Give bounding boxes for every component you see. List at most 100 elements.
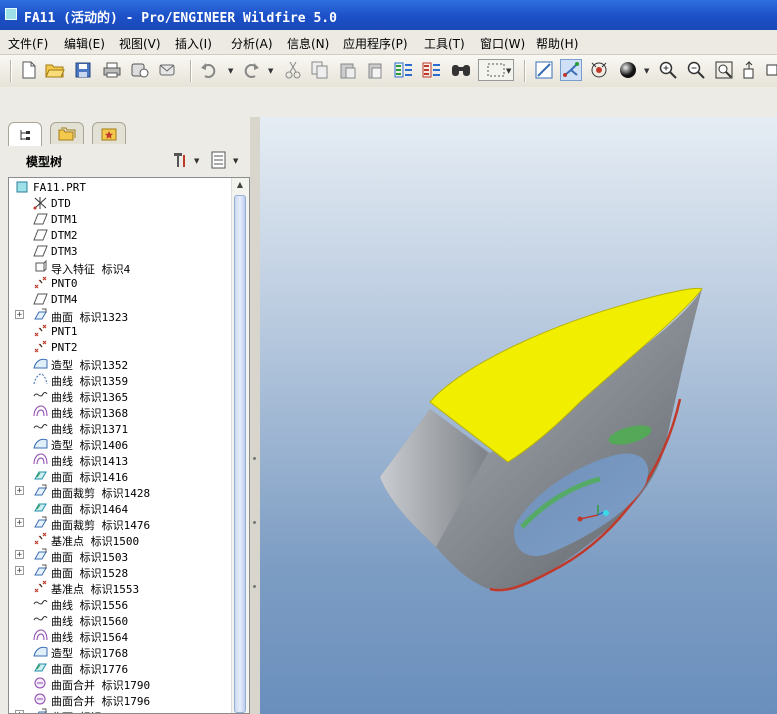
tab-folder-browser[interactable] — [50, 122, 84, 144]
tree-item-label: FA11.PRT — [33, 181, 86, 194]
panel-splitter[interactable] — [250, 117, 260, 714]
find-icon[interactable] — [450, 59, 472, 81]
zoom-out-icon[interactable] — [685, 59, 707, 81]
tree-item[interactable]: 曲线 标识1365 — [9, 387, 231, 404]
model-render — [380, 287, 703, 592]
redo-icon[interactable] — [240, 59, 262, 81]
tree-item[interactable]: + 曲面裁剪 标识1428 — [9, 483, 231, 500]
new-file-icon[interactable] — [18, 59, 40, 81]
paste-special-icon[interactable] — [365, 59, 387, 81]
tree-item[interactable]: DTM2 — [9, 227, 231, 243]
style-icon — [33, 436, 48, 450]
tree-item[interactable]: DTM3 — [9, 243, 231, 259]
shading-dropdown-icon[interactable]: ▼ — [644, 67, 649, 75]
tree-item[interactable]: + 曲面 标识1528 — [9, 563, 231, 580]
tree-item[interactable]: 基准点 标识1500 — [9, 531, 231, 548]
orient-icon[interactable] — [588, 59, 610, 81]
tree-item[interactable]: PNT2 — [9, 339, 231, 355]
cut-icon[interactable] — [282, 59, 304, 81]
menu-help[interactable]: 帮助(H) — [536, 35, 578, 52]
repaint-icon[interactable] — [533, 59, 555, 81]
expand-icon[interactable]: + — [15, 566, 24, 576]
mail-icon[interactable] — [157, 59, 179, 81]
graphics-window[interactable] — [260, 117, 777, 714]
copy-icon[interactable] — [309, 59, 331, 81]
tree-item[interactable]: 曲面 标识1464 — [9, 499, 231, 516]
tree-item[interactable]: 曲线 标识1359 — [9, 371, 231, 388]
regenerate-icon[interactable] — [393, 59, 415, 81]
show-options-icon[interactable] — [210, 151, 228, 172]
expand-icon[interactable]: + — [15, 310, 24, 320]
send-icon[interactable] — [129, 59, 151, 81]
print-icon[interactable] — [101, 59, 123, 81]
tree-item[interactable]: 造型 标识1768 — [9, 643, 231, 660]
csys-icon — [33, 196, 48, 210]
save-icon[interactable] — [72, 59, 94, 81]
expand-icon[interactable]: + — [15, 486, 24, 496]
tree-item[interactable]: FA11.PRT — [9, 179, 231, 195]
tab-model-tree[interactable] — [8, 122, 42, 146]
tree-item[interactable]: 曲面合并 标识1796 — [9, 691, 231, 708]
menu-insert[interactable]: 插入(I) — [175, 35, 212, 52]
menu-window[interactable]: 窗口(W) — [480, 35, 525, 52]
tree-item[interactable]: 基准点 标识1553 — [9, 579, 231, 596]
expand-icon[interactable]: + — [15, 518, 24, 528]
paste-icon[interactable] — [337, 59, 359, 81]
tree-item[interactable]: + 曲面裁剪 标识1476 — [9, 515, 231, 532]
tree-item[interactable]: PNT1 — [9, 323, 231, 339]
tree-item[interactable]: 造型 标识1406 — [9, 435, 231, 452]
undo-icon[interactable] — [198, 59, 220, 81]
menu-analysis[interactable]: 分析(A) — [231, 35, 273, 52]
expand-icon[interactable]: + — [15, 710, 24, 713]
refit-icon[interactable] — [713, 59, 735, 81]
tree-item[interactable]: 曲线 标识1371 — [9, 419, 231, 436]
tree-item[interactable]: 曲线 标识1368 — [9, 403, 231, 420]
tree-item[interactable]: PNT0 — [9, 275, 231, 291]
menu-file[interactable]: 文件(F) — [8, 35, 48, 52]
tree-item[interactable]: + 曲面 标识1503 — [9, 547, 231, 564]
tree-item[interactable]: 曲线 标识1560 — [9, 611, 231, 628]
navigator-panel: 模型树 ▼ ▼ FA11.PRT DTD DTM1 DTM2 DTM3 导入特征 标识4 P… — [0, 117, 260, 714]
undo-dropdown-icon[interactable]: ▼ — [228, 67, 233, 75]
tree-item[interactable]: + 曲面 标识1323 — [9, 307, 231, 324]
tree-item[interactable]: 曲面 标识1776 — [9, 659, 231, 676]
tab-favorites[interactable] — [92, 122, 126, 144]
redo-dropdown-icon[interactable]: ▼ — [268, 67, 273, 75]
more-tools-icon[interactable] — [765, 59, 777, 81]
zoom-in-icon[interactable] — [657, 59, 679, 81]
tree-item[interactable]: 导入特征 标识4 — [9, 259, 231, 276]
expand-icon[interactable]: + — [15, 550, 24, 560]
shading-icon[interactable] — [617, 59, 639, 81]
tree-item-label: DTM4 — [51, 293, 78, 306]
tree-item[interactable]: 曲线 标识1564 — [9, 627, 231, 644]
tree-item-label: PNT0 — [51, 277, 78, 290]
tree-item[interactable]: DTM1 — [9, 211, 231, 227]
scroll-up-icon[interactable]: ▲ — [234, 180, 246, 193]
model-tree-list: FA11.PRT DTD DTM1 DTM2 DTM3 导入特征 标识4 PNT0 DTM4 +… — [9, 179, 231, 713]
tree-item[interactable]: + 曲面 标识1801 — [9, 707, 231, 713]
scroll-thumb[interactable] — [234, 195, 246, 713]
tree-item[interactable]: 造型 标识1352 — [9, 355, 231, 372]
reorient-icon[interactable] — [741, 59, 763, 81]
select-dropdown-icon[interactable]: ▼ — [506, 67, 511, 75]
tree-item[interactable]: 曲线 标识1556 — [9, 595, 231, 612]
tree-item[interactable]: DTD — [9, 195, 231, 211]
open-folder-icon[interactable] — [44, 59, 66, 81]
settings-icon[interactable] — [172, 151, 188, 172]
tree-item[interactable]: DTM4 — [9, 291, 231, 307]
spin-center-icon[interactable] — [560, 59, 582, 81]
tree-scrollbar[interactable]: ▲ — [231, 178, 249, 713]
menu-edit[interactable]: 编辑(E) — [64, 35, 105, 52]
splitter-grip — [253, 585, 256, 588]
menu-applications[interactable]: 应用程序(P) — [343, 35, 408, 52]
menu-view[interactable]: 视图(V) — [119, 35, 161, 52]
settings-dropdown-icon[interactable]: ▼ — [194, 157, 199, 165]
show-dropdown-icon[interactable]: ▼ — [233, 157, 238, 165]
menu-info[interactable]: 信息(N) — [287, 35, 329, 52]
tree-item[interactable]: 曲面 标识1416 — [9, 467, 231, 484]
menu-tools[interactable]: 工具(T) — [424, 35, 465, 52]
surface-icon — [33, 564, 48, 578]
tree-item[interactable]: 曲面合并 标识1790 — [9, 675, 231, 692]
tree-item[interactable]: 曲线 标识1413 — [9, 451, 231, 468]
regenerate-manager-icon[interactable] — [421, 59, 443, 81]
